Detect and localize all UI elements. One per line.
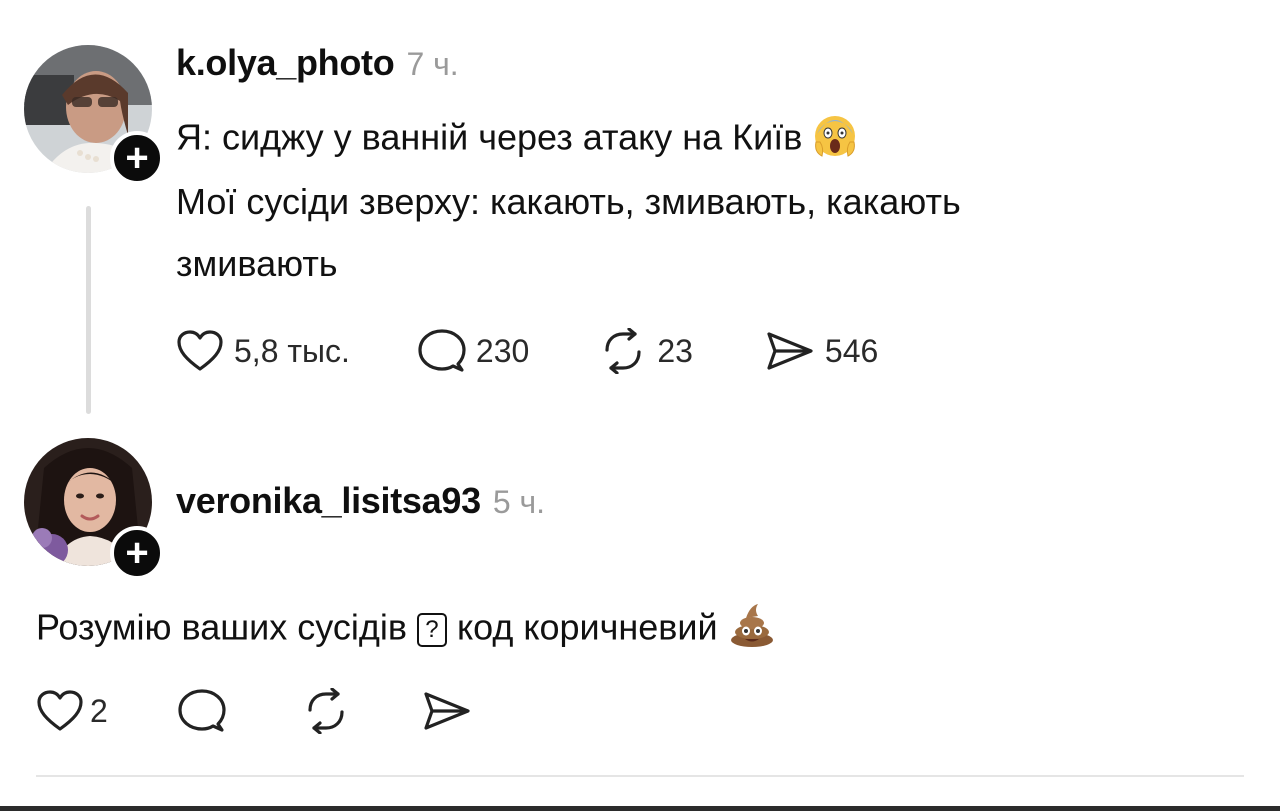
share-button[interactable]: 546 xyxy=(765,330,878,372)
follow-button[interactable]: + xyxy=(110,526,164,580)
like-count: 5,8 тыс. xyxy=(234,332,350,369)
follow-button[interactable]: + xyxy=(110,131,164,185)
post-actions: 5,8 тыс. 230 23 546 xyxy=(176,328,878,374)
post-time: 7 ч. xyxy=(406,46,459,82)
post-text-part-2: код коричневий xyxy=(456,606,718,648)
repost-icon xyxy=(605,328,641,374)
repost-count: 23 xyxy=(657,332,693,369)
heart-icon xyxy=(37,690,83,731)
plus-icon: + xyxy=(125,136,149,180)
username[interactable]: k.olya_photo xyxy=(176,42,395,84)
repost-button[interactable] xyxy=(302,688,350,734)
reply-button[interactable] xyxy=(178,688,226,734)
bottom-edge-bar xyxy=(0,806,1280,811)
like-button[interactable]: 2 xyxy=(36,689,108,733)
thread-line xyxy=(86,206,91,414)
like-count: 2 xyxy=(90,692,108,729)
send-icon xyxy=(424,692,470,730)
post-actions: 2 xyxy=(36,688,472,734)
post-text: Я: сиджу у ванній через атаку на Київ xyxy=(176,116,803,158)
reply-count: 230 xyxy=(475,332,530,369)
repost-icon xyxy=(308,688,344,734)
screaming-face-emoji-icon xyxy=(812,112,858,168)
post-header: veronika_lisitsa93 5 ч. xyxy=(176,480,545,522)
post-text-part-1: Розумію ваших сусідів xyxy=(36,606,407,648)
post-time: 5 ч. xyxy=(492,484,546,520)
post-kolya-photo: + k.olya_photo 7 ч. Я: сиджу у ванній че… xyxy=(0,0,1280,430)
plus-icon: + xyxy=(125,531,149,575)
post-text-line-2: Мої сусіди зверху: какають, змивають, ка… xyxy=(176,181,961,222)
post-text-line-3: змивають xyxy=(176,243,338,284)
share-button[interactable] xyxy=(422,690,472,732)
post-veronika-lisitsa: + veronika_lisitsa93 5 ч. Розумію ваших … xyxy=(0,430,1280,780)
avatar-kolya-photo-wrap[interactable]: + xyxy=(24,45,164,185)
heart-icon xyxy=(177,330,223,371)
post-header: k.olya_photo 7 ч. xyxy=(176,42,459,84)
post-divider xyxy=(36,775,1244,777)
username[interactable]: veronika_lisitsa93 xyxy=(176,480,481,522)
share-count: 546 xyxy=(824,332,879,369)
comment-bubble-icon xyxy=(178,689,226,732)
pile-of-poo-emoji-icon xyxy=(728,602,776,658)
avatar-veronika-wrap[interactable]: + xyxy=(24,438,164,580)
post-text-line-1: Я: сиджу у ванній через атаку на Київ xyxy=(176,112,858,168)
reply-button[interactable]: 230 xyxy=(418,328,529,374)
send-icon xyxy=(767,332,813,370)
like-button[interactable]: 5,8 тыс. xyxy=(176,329,350,373)
post-text-line-1: Розумію ваших сусідів? код коричневий xyxy=(36,602,776,658)
comment-bubble-icon xyxy=(418,329,466,372)
unknown-glyph-box: ? xyxy=(416,613,447,647)
repost-button[interactable]: 23 xyxy=(599,328,693,374)
